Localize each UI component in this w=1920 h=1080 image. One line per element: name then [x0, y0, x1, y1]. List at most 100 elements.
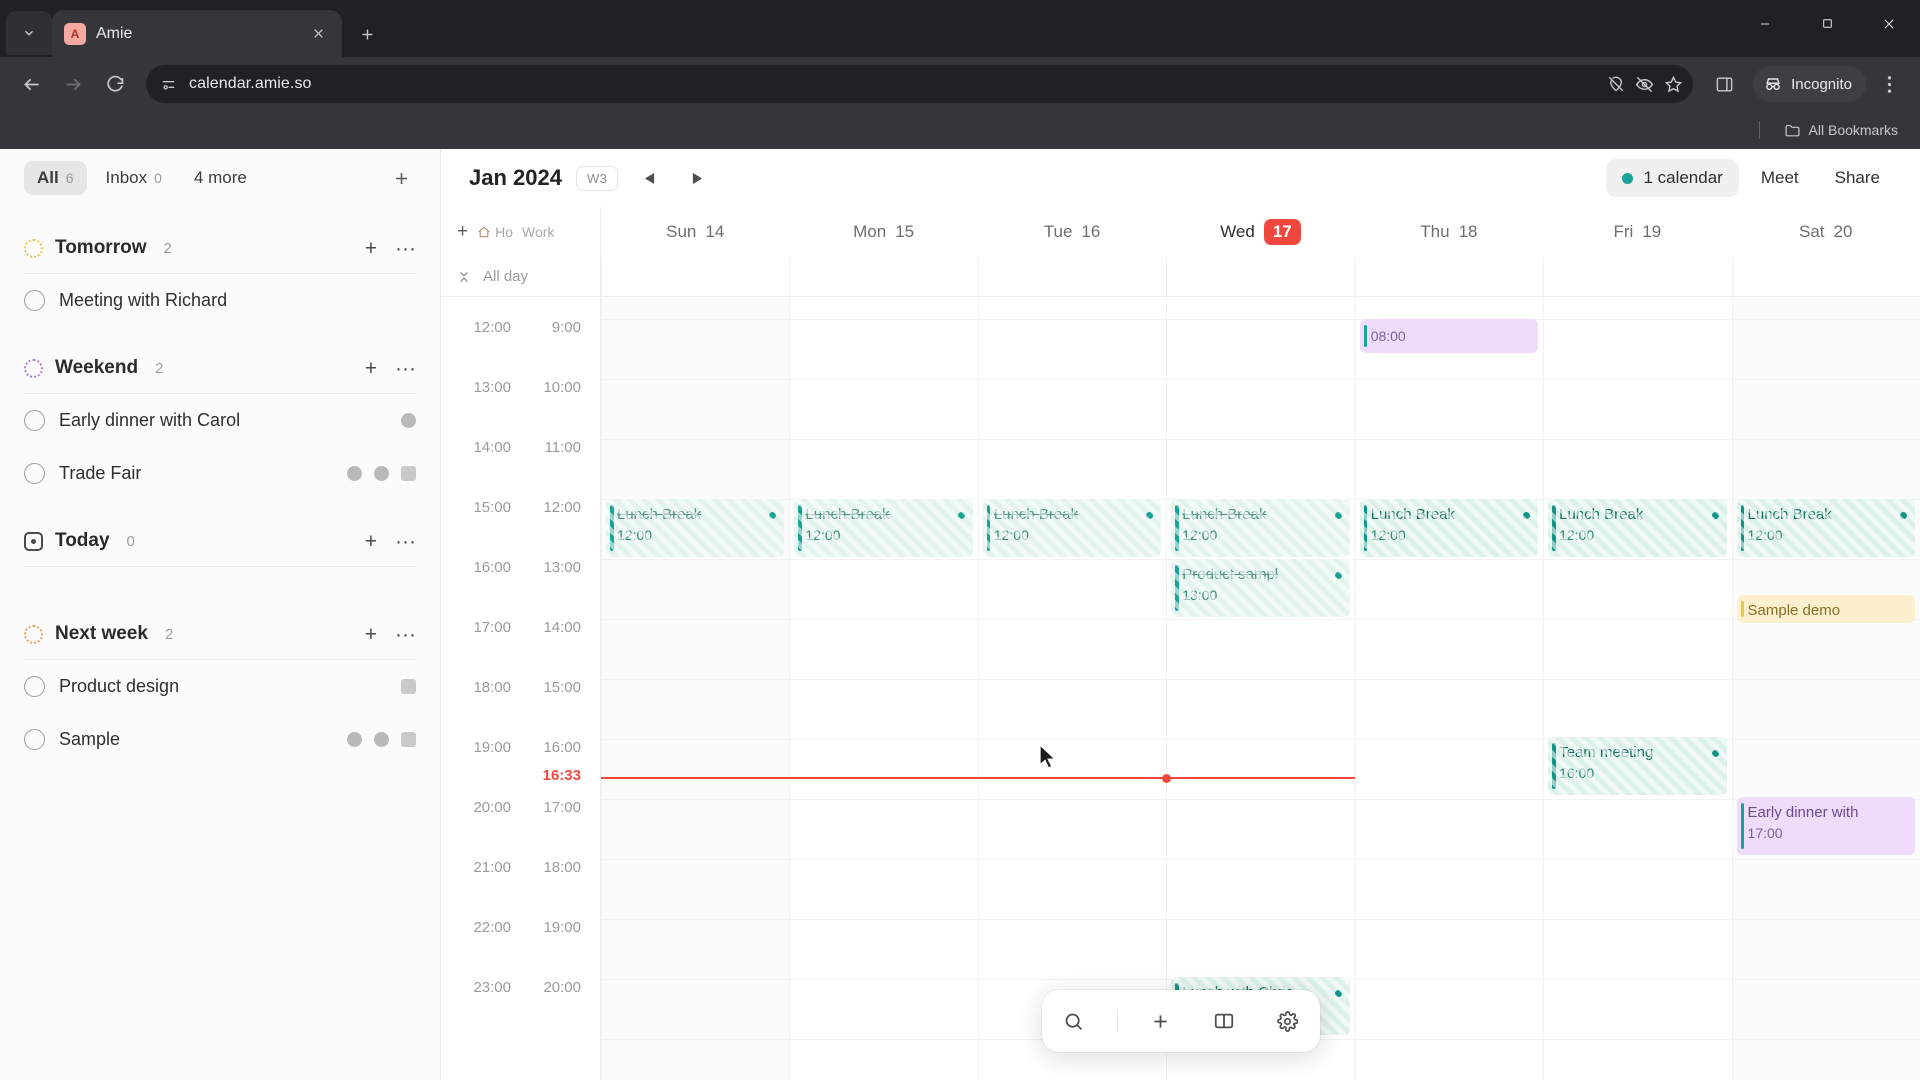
all-bookmarks-button[interactable]: All Bookmarks: [1776, 118, 1906, 143]
site-settings-icon[interactable]: [160, 76, 177, 93]
group-more-button[interactable]: ···: [395, 624, 416, 645]
collapse-icon[interactable]: [457, 270, 471, 284]
calendar-event[interactable]: 08:00: [1359, 319, 1539, 353]
day-header-sun[interactable]: Sun 14: [601, 219, 789, 245]
all-day-cell[interactable]: [789, 257, 977, 296]
share-button[interactable]: Share: [1821, 159, 1894, 197]
week-badge[interactable]: W3: [575, 165, 619, 191]
day-header-tue[interactable]: Tue 16: [978, 219, 1166, 245]
filter-inbox[interactable]: Inbox 0: [93, 161, 175, 195]
browser-tab[interactable]: A Amie: [52, 10, 342, 57]
day-column-sun-14[interactable]: Lunch Break 12:00: [601, 297, 790, 1080]
maximize-icon[interactable]: [1796, 0, 1858, 47]
day-header-thu[interactable]: Thu 18: [1355, 219, 1543, 245]
side-panel-icon[interactable]: [1705, 65, 1743, 103]
filter-more[interactable]: 4 more: [181, 161, 260, 195]
day-column-sat-20[interactable]: Lunch Break 12:00 Sample demo Early dinner …: [1731, 297, 1920, 1080]
add-task-button[interactable]: +: [365, 531, 377, 552]
day-header-sat[interactable]: Sat 20: [1732, 219, 1920, 245]
filter-inbox-count: 0: [154, 170, 162, 186]
day-header-mon[interactable]: Mon 15: [789, 219, 977, 245]
all-day-cell[interactable]: [977, 257, 1166, 296]
task-checkbox[interactable]: [24, 290, 45, 311]
list-item[interactable]: Sample: [24, 713, 416, 766]
add-task-button[interactable]: +: [365, 624, 377, 645]
task-checkbox[interactable]: [24, 463, 45, 484]
calendar-event[interactable]: Lunch Break 12:00: [794, 499, 973, 557]
day-column-wed-17[interactable]: Lunch Break 12:00 Product sampl 13:00 Lunch …: [1166, 297, 1355, 1080]
gear-icon[interactable]: [1268, 1001, 1308, 1041]
task-checkbox[interactable]: [24, 676, 45, 697]
calendar-event[interactable]: Lunch Break 12:00: [982, 499, 1162, 557]
day-column-thu-18[interactable]: 08:00 Lunch Break 12:00: [1354, 297, 1544, 1080]
timezone-work-label[interactable]: Work: [522, 224, 554, 240]
reload-icon[interactable]: [96, 65, 134, 103]
calendar-event[interactable]: Sample demo: [1736, 595, 1915, 623]
group-header[interactable]: Next week 2 + ···: [24, 619, 416, 660]
tracking-protection-icon[interactable]: [1635, 75, 1654, 94]
kebab-menu-icon[interactable]: [1870, 65, 1908, 103]
hour-line: [1355, 679, 1544, 680]
task-label: Meeting with Richard: [59, 290, 228, 310]
calendar-event[interactable]: Team meeting 16:00: [1548, 737, 1727, 795]
back-icon[interactable]: [12, 65, 50, 103]
calendar-event[interactable]: Lunch Break 12:00: [1736, 499, 1915, 557]
calendar-selector[interactable]: 1 calendar: [1606, 159, 1739, 197]
list-item[interactable]: Product design: [24, 660, 416, 713]
next-week-button[interactable]: [680, 161, 714, 195]
group-more-button[interactable]: ···: [395, 238, 416, 259]
close-icon[interactable]: [306, 22, 330, 46]
all-day-cell[interactable]: [601, 257, 789, 296]
all-day-cell[interactable]: [1166, 257, 1354, 296]
incognito-label: Incognito: [1791, 75, 1852, 93]
task-checkbox[interactable]: [24, 729, 45, 750]
day-header-wed-today[interactable]: Wed 17: [1166, 219, 1354, 245]
day-column-tue-16[interactable]: Lunch Break 12:00: [977, 297, 1167, 1080]
search-icon[interactable]: [1053, 1001, 1093, 1041]
calendar-event[interactable]: Early dinner with 17:00: [1736, 797, 1915, 855]
calendar-event[interactable]: Lunch Break 12:00: [1548, 499, 1727, 557]
address-bar[interactable]: calendar.amie.so: [146, 65, 1694, 103]
list-item[interactable]: Early dinner with Carol: [24, 394, 416, 447]
window-close-icon[interactable]: [1858, 0, 1920, 47]
group-more-button[interactable]: ···: [395, 358, 416, 379]
meet-button[interactable]: Meet: [1747, 159, 1813, 197]
day-column-fri-19[interactable]: Lunch Break 12:00 Team meeting 16:00: [1543, 297, 1732, 1080]
add-timezone-button[interactable]: +: [457, 221, 468, 243]
group-header[interactable]: Weekend 2 + ···: [24, 353, 416, 394]
time-row: 18:00 15:00: [441, 679, 600, 739]
group-header[interactable]: Tomorrow 2 + ···: [24, 233, 416, 274]
add-list-button[interactable]: [386, 163, 416, 193]
all-day-cell[interactable]: [1543, 257, 1731, 296]
split-panel-icon[interactable]: [1204, 1001, 1244, 1041]
bookmark-star-icon[interactable]: [1664, 75, 1683, 94]
plus-icon[interactable]: [1141, 1001, 1181, 1041]
calendar-event[interactable]: Lunch Break 12:00: [606, 499, 785, 557]
filter-all[interactable]: All 6: [24, 161, 87, 195]
new-tab-button[interactable]: [350, 17, 384, 51]
incognito-indicator[interactable]: Incognito: [1753, 66, 1866, 102]
all-day-cell[interactable]: [1731, 257, 1920, 296]
location-blocked-icon[interactable]: [1607, 75, 1625, 93]
minimize-icon[interactable]: [1734, 0, 1796, 47]
calendar-event[interactable]: Product sampl 13:00: [1171, 559, 1350, 617]
timezone-home[interactable]: Ho: [477, 224, 513, 240]
time-label-home: 22:00: [473, 919, 511, 936]
hour-line: [602, 979, 790, 980]
all-day-cell[interactable]: [1354, 257, 1543, 296]
group-more-button[interactable]: ···: [395, 531, 416, 552]
time-row: 13:00 10:00: [441, 379, 600, 439]
day-header-fri[interactable]: Fri 19: [1543, 219, 1731, 245]
prev-week-button[interactable]: [632, 161, 666, 195]
list-item[interactable]: Meeting with Richard: [24, 274, 416, 327]
group-header[interactable]: Today 0 + ···: [24, 526, 416, 567]
add-task-button[interactable]: +: [365, 238, 377, 259]
add-task-button[interactable]: +: [365, 358, 377, 379]
day-column-mon-15[interactable]: Lunch Break 12:00: [789, 297, 978, 1080]
tab-search-icon[interactable]: [6, 11, 52, 55]
forward-icon[interactable]: [54, 65, 92, 103]
list-item[interactable]: Trade Fair: [24, 447, 416, 500]
calendar-event[interactable]: Lunch Break 12:00: [1171, 499, 1350, 557]
calendar-event[interactable]: Lunch Break 12:00: [1359, 499, 1539, 557]
task-checkbox[interactable]: [24, 410, 45, 431]
